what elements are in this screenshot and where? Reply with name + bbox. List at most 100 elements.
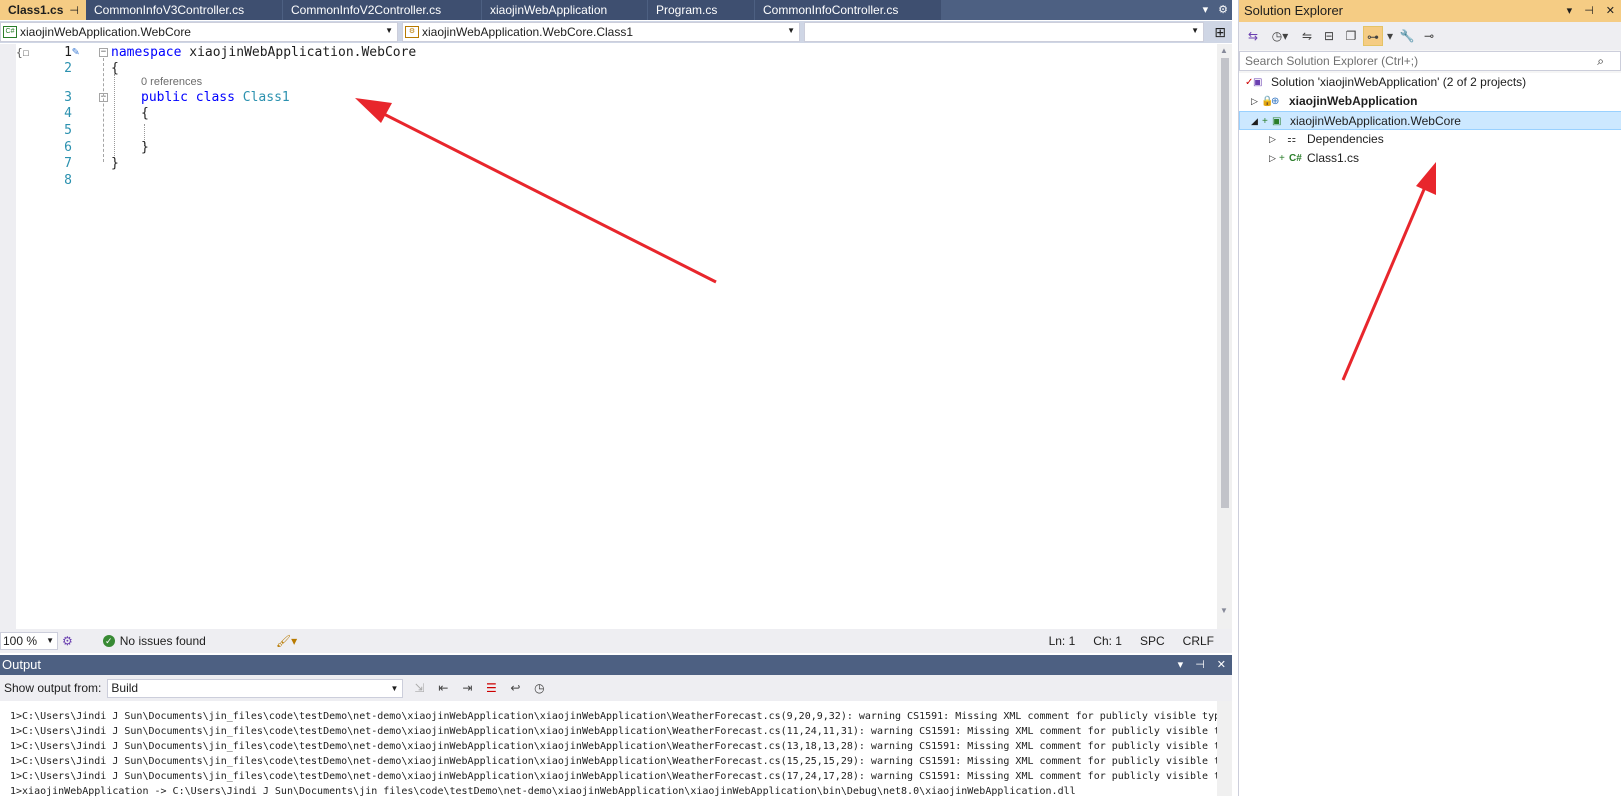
- expand-icon[interactable]: ▷: [1269, 149, 1276, 168]
- clock-icon[interactable]: ◷: [531, 680, 547, 696]
- brace: {: [141, 106, 149, 121]
- line-ending-indicator[interactable]: CRLF: [1183, 634, 1214, 648]
- close-icon[interactable]: ✕: [1606, 0, 1615, 22]
- expand-icon[interactable]: ▷: [1269, 130, 1276, 149]
- output-line: 1>xiaojinWebApplication -> C:\Users\Jind…: [10, 786, 1076, 796]
- editor-panel: Class1.cs⊣✕ CommonInfoV3Controller.cs Co…: [0, 0, 1232, 653]
- code-line-5: 5: [0, 122, 1200, 139]
- output-text[interactable]: 1>C:\Users\Jindi J Sun\Documents\jin_fil…: [0, 701, 1217, 796]
- web-project-icon: ⊕: [1271, 96, 1280, 107]
- pin-icon[interactable]: ⊣: [1584, 0, 1594, 22]
- chevron-down-icon[interactable]: ▾: [1385, 26, 1395, 46]
- close-icon[interactable]: ✕: [1217, 655, 1226, 675]
- wrench-icon[interactable]: 🔧: [1397, 26, 1417, 46]
- code-line-7: 7 }: [0, 155, 1200, 172]
- collapse-all-icon[interactable]: ⊟: [1319, 26, 1339, 46]
- tree-item-dependencies[interactable]: ▷ ⚏ Dependencies: [1239, 130, 1621, 149]
- solution-explorer-search[interactable]: Search Solution Explorer (Ctrl+;) ⌕: [1239, 51, 1621, 71]
- tab-label: CommonInfoV3Controller.cs: [94, 3, 245, 17]
- editor-vertical-scrollbar[interactable]: ▲ ▼: [1217, 44, 1232, 629]
- tab-label: xiaojinWebApplication: [490, 3, 608, 17]
- whitespace-indicator[interactable]: SPC: [1140, 634, 1165, 648]
- output-source-combo[interactable]: Build ▼: [107, 678, 404, 698]
- brace: {: [111, 61, 119, 76]
- line-number: 4: [64, 106, 72, 121]
- issues-indicator[interactable]: ✓ No issues found: [102, 634, 206, 648]
- split-window-icon[interactable]: ⊞: [1214, 24, 1226, 41]
- expand-icon[interactable]: ▷: [1251, 92, 1258, 111]
- type-combo[interactable]: ⚙ xiaojinWebApplication.WebCore.Class1 ▼: [402, 22, 800, 42]
- panel-controls: ▾ ⊣ ✕: [1567, 0, 1615, 22]
- switch-views-icon[interactable]: ⇆: [1243, 26, 1263, 46]
- intellicode-icon[interactable]: ⚙: [62, 634, 73, 648]
- sync-icon[interactable]: ⇋: [1297, 26, 1317, 46]
- editor-status-bar: 100 % ▼ ⚙ ✓ No issues found 🖌▾ Ln: 1 Ch:…: [0, 629, 1232, 653]
- code-line-8: 8: [0, 172, 1200, 189]
- navigation-bar: C# xiaojinWebApplication.WebCore ▼ ⚙ xia…: [0, 21, 1232, 43]
- search-icon[interactable]: ⌕: [1597, 52, 1604, 70]
- plus-icon: +: [1262, 116, 1268, 127]
- scroll-up-icon[interactable]: ▲: [1220, 46, 1228, 55]
- code-cleanup-icon[interactable]: 🖌▾: [276, 634, 297, 648]
- class-name: Class1: [242, 90, 290, 105]
- next-message-icon[interactable]: ⇥: [459, 680, 475, 696]
- check-icon: ✓: [102, 635, 115, 647]
- previous-message-icon[interactable]: ⇤: [435, 680, 451, 696]
- output-panel: Output ▾ ⊣ ✕ Show output from: Build ▼ ⇲…: [0, 655, 1232, 796]
- pin-icon[interactable]: ⊣: [1195, 655, 1205, 675]
- tree-item-solution[interactable]: ✓ ▣ Solution 'xiaojinWebApplication' (2 …: [1239, 73, 1621, 92]
- history-icon[interactable]: ◷▾: [1265, 26, 1295, 46]
- preview-icon[interactable]: ⊸: [1419, 26, 1439, 46]
- column-indicator[interactable]: Ch: 1: [1093, 634, 1122, 648]
- tree-item-xiaojinwebapplication[interactable]: ▷ 🔒 ⊕ xiaojinWebApplication: [1239, 92, 1621, 111]
- scroll-down-icon[interactable]: ▼: [1220, 606, 1228, 615]
- csharp-project-icon: ▣: [1272, 116, 1282, 127]
- line-number: 5: [64, 123, 72, 138]
- csharp-file-icon: C#: [1289, 153, 1302, 164]
- tab-dropdown-icon[interactable]: ▾: [1203, 0, 1209, 20]
- tab-commoninfov2controller[interactable]: CommonInfoV2Controller.cs: [283, 0, 481, 20]
- tab-program-cs[interactable]: Program.cs: [648, 0, 754, 20]
- member-combo[interactable]: ▼: [804, 22, 1204, 42]
- code-editor[interactable]: {☐ ✎ − − 1 namespace xiaojinWebApplicati…: [0, 44, 1217, 629]
- tab-commoninfocontroller[interactable]: CommonInfoController.cs: [755, 0, 941, 20]
- tree-item-class1-cs[interactable]: ▷ + C# Class1.cs: [1239, 149, 1621, 168]
- solution-explorer-title-bar: Solution Explorer ▾ ⊣ ✕: [1239, 0, 1621, 22]
- output-line: 1>C:\Users\Jindi J Sun\Documents\jin_fil…: [10, 711, 1217, 722]
- chevron-down-icon: ▼: [787, 26, 795, 35]
- tab-class1-cs[interactable]: Class1.cs⊣✕: [0, 0, 94, 21]
- namespace-name: xiaojinWebApplication.WebCore: [189, 45, 417, 60]
- gear-icon[interactable]: ⚙: [1218, 0, 1228, 20]
- word-wrap-icon[interactable]: ↩: [507, 680, 523, 696]
- output-vertical-scrollbar[interactable]: [1217, 701, 1232, 796]
- tab-label: CommonInfoController.cs: [763, 3, 899, 17]
- track-active-icon[interactable]: ⊶: [1363, 26, 1383, 46]
- collapse-icon[interactable]: ◢: [1251, 112, 1258, 131]
- chevron-down-icon: ▼: [46, 636, 54, 645]
- line-number: 2: [64, 61, 72, 76]
- tab-xiaojinwebapplication[interactable]: xiaojinWebApplication: [482, 0, 647, 20]
- codelens-references[interactable]: 0 references: [141, 76, 202, 88]
- solution-explorer-toolbar: ⇆ ◷▾ ⇋ ⊟ ❐ ⊶ ▾ 🔧 ⊸: [1239, 22, 1621, 50]
- output-toolbar: Show output from: Build ▼ ⇲ ⇤ ⇥ ☰ ↩ ◷: [0, 675, 1232, 701]
- chevron-down-icon[interactable]: ▾: [1178, 655, 1184, 675]
- chevron-down-icon[interactable]: ▾: [1567, 0, 1573, 22]
- document-tab-strip: Class1.cs⊣✕ CommonInfoV3Controller.cs Co…: [0, 0, 1232, 20]
- code-line-3: 3 public class Class1: [0, 89, 1200, 106]
- tree-item-label: Class1.cs: [1307, 151, 1360, 165]
- brace: }: [141, 140, 149, 155]
- show-all-files-icon[interactable]: ❐: [1341, 26, 1361, 46]
- panel-controls: ▾ ⊣ ✕: [1178, 655, 1226, 675]
- tab-commoninfov3controller[interactable]: CommonInfoV3Controller.cs: [86, 0, 282, 20]
- project-combo[interactable]: C# xiaojinWebApplication.WebCore ▼: [0, 22, 398, 42]
- code-line-6: 6 }: [0, 139, 1200, 156]
- chevron-down-icon: ▼: [390, 683, 399, 693]
- zoom-combo[interactable]: 100 % ▼: [0, 632, 58, 650]
- scrollbar-thumb[interactable]: [1221, 58, 1229, 508]
- clear-all-icon[interactable]: ☰: [483, 680, 499, 696]
- pin-icon[interactable]: ⊣: [69, 1, 79, 21]
- type-combo-value: xiaojinWebApplication.WebCore.Class1: [422, 25, 633, 39]
- tree-item-webcore[interactable]: ◢ + ▣ xiaojinWebApplication.WebCore: [1239, 111, 1621, 130]
- line-indicator[interactable]: Ln: 1: [1049, 634, 1076, 648]
- find-message-icon[interactable]: ⇲: [411, 680, 427, 696]
